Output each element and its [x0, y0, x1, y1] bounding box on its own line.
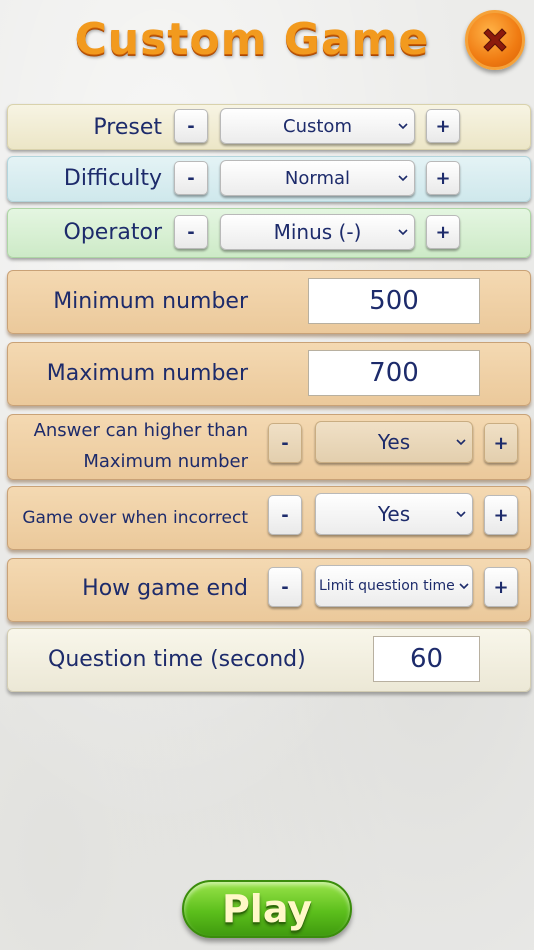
difficulty-row: Difficulty - Normal +	[7, 156, 531, 202]
minimum-number-row: Minimum number 500	[7, 270, 531, 334]
difficulty-label: Difficulty	[63, 166, 162, 191]
answer-higher-row: Answer can higher than Maximum number - …	[7, 414, 531, 480]
maximum-number-label: Maximum number	[46, 361, 248, 386]
preset-plus-button[interactable]: +	[426, 109, 460, 143]
question-time-input[interactable]: 60	[373, 636, 480, 682]
game-over-select[interactable]: Yes	[315, 493, 473, 535]
question-time-row: Question time (second) 60	[7, 628, 531, 692]
how-game-end-select[interactable]: Limit question time	[315, 565, 473, 607]
difficulty-minus-button[interactable]: -	[174, 161, 208, 195]
operator-minus-button[interactable]: -	[174, 215, 208, 249]
close-button[interactable]	[465, 10, 525, 70]
minimum-number-label: Minimum number	[53, 289, 248, 314]
preset-row: Preset - Custom +	[7, 104, 531, 150]
operator-row: Operator - Minus (-) +	[7, 208, 531, 258]
answer-higher-label-line2: Maximum number	[83, 451, 248, 472]
answer-higher-value: Yes	[377, 430, 411, 454]
preset-label: Preset	[93, 115, 162, 140]
preset-value: Custom	[283, 115, 352, 137]
answer-higher-plus-button[interactable]: +	[484, 423, 518, 463]
answer-higher-label-line1: Answer can higher than	[33, 420, 248, 441]
chevron-down-icon	[398, 175, 408, 182]
chevron-down-icon	[398, 229, 408, 236]
maximum-number-row: Maximum number 700	[7, 342, 531, 406]
difficulty-plus-button[interactable]: +	[426, 161, 460, 195]
game-over-value: Yes	[377, 502, 411, 526]
game-over-label: Game over when incorrect	[22, 508, 248, 528]
page-title: Custom Game	[74, 14, 430, 65]
minimum-number-input[interactable]: 500	[308, 278, 480, 324]
play-button[interactable]: Play	[182, 880, 352, 938]
difficulty-value: Normal	[284, 167, 351, 189]
question-time-label: Question time (second)	[48, 647, 306, 672]
maximum-number-input[interactable]: 700	[308, 350, 480, 396]
chevron-down-icon	[459, 583, 469, 590]
preset-minus-button[interactable]: -	[174, 109, 208, 143]
how-game-end-value: Limit question time	[319, 578, 455, 594]
game-over-minus-button[interactable]: -	[268, 495, 302, 535]
how-game-end-minus-button[interactable]: -	[268, 567, 302, 607]
operator-value: Minus (-)	[273, 220, 362, 244]
operator-select[interactable]: Minus (-)	[220, 214, 415, 250]
how-game-end-plus-button[interactable]: +	[484, 567, 518, 607]
how-game-end-row: How game end - Limit question time +	[7, 558, 531, 622]
chevron-down-icon	[456, 511, 466, 518]
difficulty-select[interactable]: Normal	[220, 160, 415, 196]
answer-higher-select[interactable]: Yes	[315, 421, 473, 463]
answer-higher-minus-button[interactable]: -	[268, 423, 302, 463]
close-icon	[483, 28, 507, 52]
game-over-row: Game over when incorrect - Yes +	[7, 486, 531, 550]
preset-select[interactable]: Custom	[220, 108, 415, 144]
chevron-down-icon	[398, 123, 408, 130]
how-game-end-label: How game end	[82, 576, 248, 601]
operator-plus-button[interactable]: +	[426, 215, 460, 249]
game-over-plus-button[interactable]: +	[484, 495, 518, 535]
chevron-down-icon	[456, 439, 466, 446]
operator-label: Operator	[63, 220, 162, 245]
